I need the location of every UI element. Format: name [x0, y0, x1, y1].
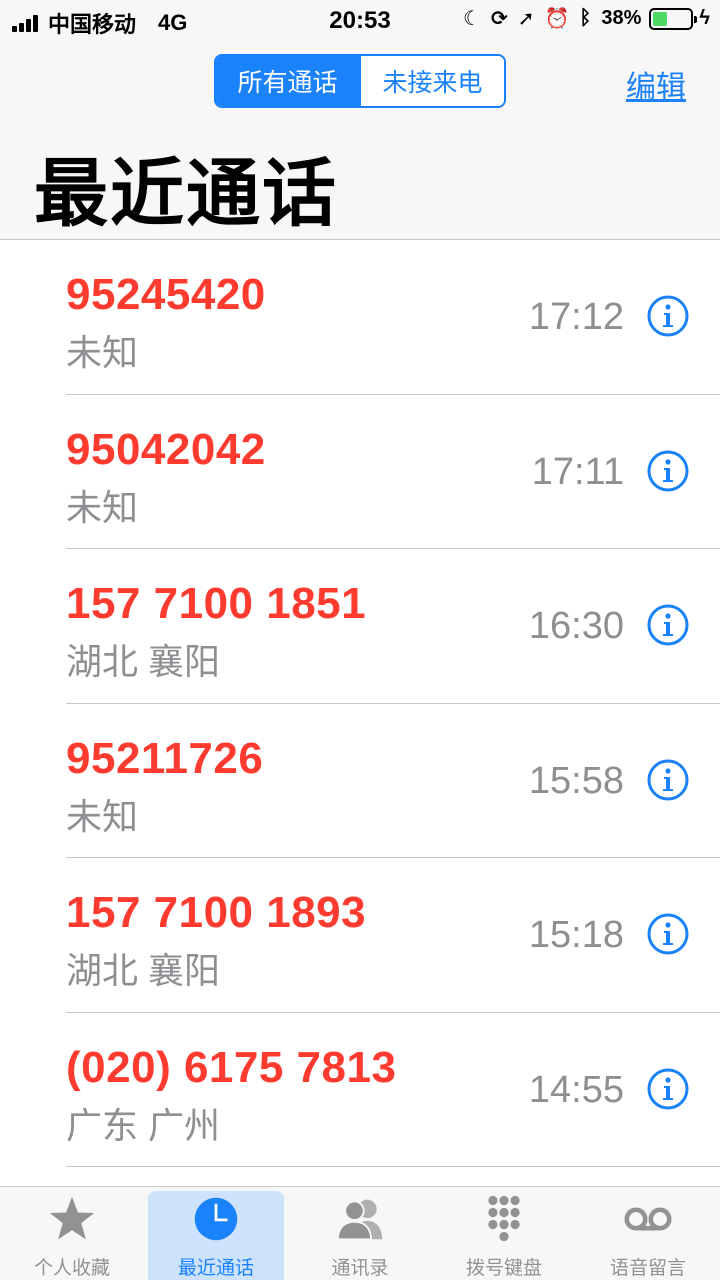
segment-missed-calls[interactable]: 未接来电	[359, 56, 504, 106]
info-icon[interactable]	[646, 294, 690, 338]
info-icon[interactable]	[646, 603, 690, 647]
call-number: 95211726	[66, 733, 264, 783]
call-filter-segmented-control: 所有通话 未接来电	[214, 54, 506, 108]
info-icon[interactable]	[646, 449, 690, 493]
call-number: 157 7100 1893	[66, 888, 367, 937]
call-time: 17:11	[531, 450, 624, 493]
call-location: 未知	[66, 332, 139, 373]
tab-label: 通讯录	[331, 1258, 389, 1279]
call-row[interactable]: (020) 6175 7813 广东 广州 14:55	[0, 1013, 720, 1167]
tab-contacts[interactable]: 通讯录	[288, 1187, 432, 1280]
location-icon: ➚	[517, 8, 535, 30]
call-row[interactable]: 157 7100 1851 湖北 襄阳 16:30	[0, 549, 720, 704]
tab-recents[interactable]: 最近通话	[144, 1187, 288, 1280]
call-time: 14:55	[528, 1068, 624, 1111]
info-icon[interactable]	[646, 758, 690, 802]
info-icon[interactable]	[646, 1067, 690, 1111]
call-time: 15:58	[528, 759, 624, 802]
tab-label: 最近通话	[177, 1258, 254, 1279]
edit-button[interactable]: 编辑	[626, 62, 686, 106]
recent-calls-list: 95245420 未知 17:12 95042042 未知 17:11 157 …	[0, 240, 720, 1167]
moon-icon: ☾	[463, 8, 481, 30]
clock-icon	[194, 1197, 238, 1241]
voicemail-icon	[624, 1207, 672, 1231]
call-row[interactable]: 95211726 未知 15:58	[0, 704, 720, 858]
call-row[interactable]: 95042042 未知 17:11	[0, 395, 720, 549]
info-icon[interactable]	[646, 912, 690, 956]
star-icon	[49, 1196, 95, 1240]
call-location: 湖北 襄阳	[66, 641, 221, 682]
call-time: 17:12	[528, 296, 624, 338]
tab-keypad[interactable]: 拨号键盘	[432, 1187, 576, 1280]
tab-label: 个人收藏	[33, 1258, 110, 1279]
call-row[interactable]: 95245420 未知 17:12	[0, 240, 720, 395]
call-number: 157 7100 1851	[66, 579, 367, 628]
call-location: 未知	[66, 486, 139, 528]
keypad-icon	[488, 1195, 520, 1242]
charging-icon: ϟ	[699, 7, 710, 29]
tab-voicemail[interactable]: 语音留言	[576, 1187, 720, 1280]
bluetooth-icon: ᛒ	[579, 7, 592, 29]
call-location: 湖北 襄阳	[66, 950, 221, 991]
battery-icon	[649, 7, 698, 30]
status-bar: 中国移动 4G 20:53 ☾ ⟳ ➚ ⏰ ᛒ 38% ϟ	[0, 0, 720, 40]
call-number: 95245420	[66, 270, 266, 319]
call-time: 15:18	[528, 914, 624, 956]
call-location: 未知	[66, 795, 139, 837]
call-number: 95042042	[66, 424, 266, 474]
battery-percent: 38%	[601, 7, 642, 29]
tab-label: 拨号键盘	[465, 1258, 542, 1279]
call-location: 广东 广州	[66, 1104, 221, 1146]
tab-bar: 个人收藏 最近通话 通讯录 拨号键盘 语音留言	[0, 1186, 720, 1280]
orientation-lock-icon: ⟳	[490, 8, 508, 30]
call-number: (020) 6175 7813	[66, 1042, 397, 1092]
tab-label: 语音留言	[609, 1258, 686, 1279]
page-title: 最近通话	[34, 152, 338, 235]
nav-header: 所有通话 未接来电 编辑 最近通话	[0, 40, 720, 240]
tab-favorites[interactable]: 个人收藏	[0, 1187, 144, 1280]
call-time: 16:30	[528, 605, 624, 647]
contacts-icon	[336, 1199, 383, 1241]
alarm-icon: ⏰	[544, 8, 570, 30]
call-row[interactable]: 157 7100 1893 湖北 襄阳 15:18	[0, 858, 720, 1013]
segment-all-calls[interactable]: 所有通话	[216, 56, 359, 106]
